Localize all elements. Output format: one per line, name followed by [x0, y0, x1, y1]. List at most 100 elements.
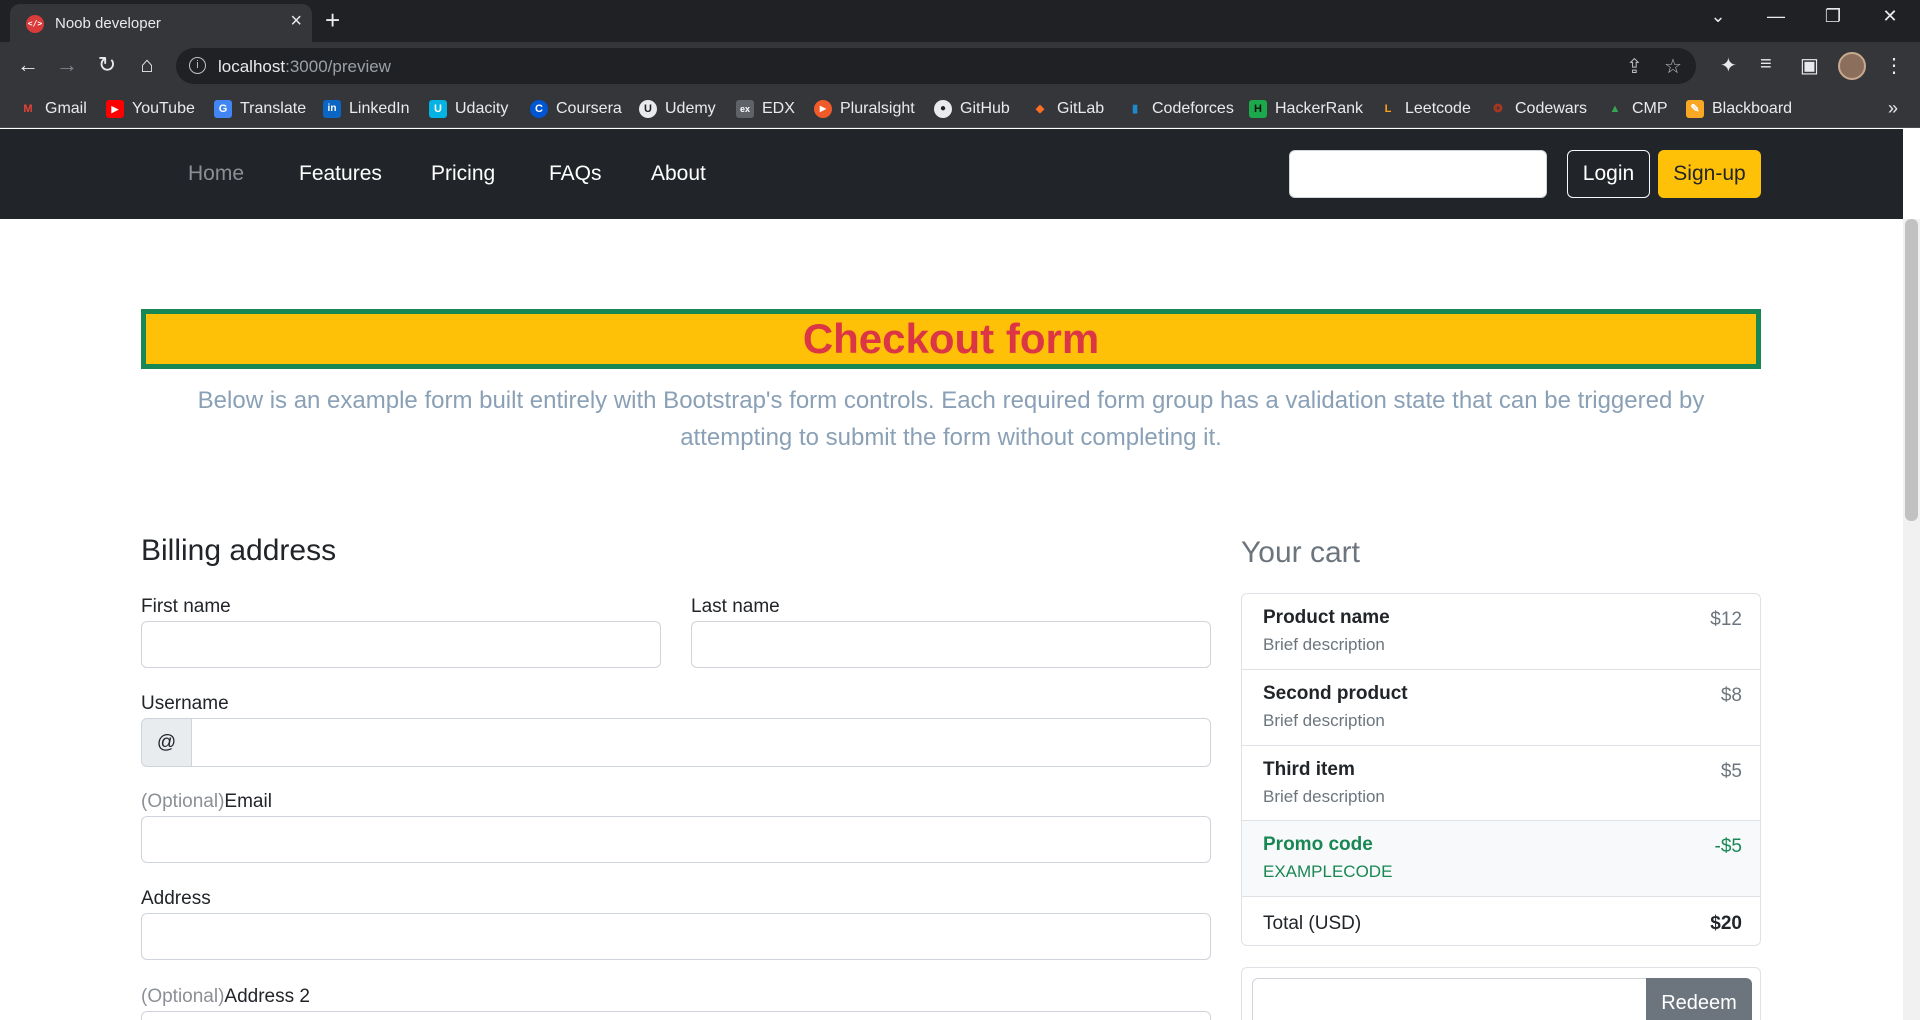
bookmark-cmp[interactable]: ▲ CMP — [1606, 96, 1668, 122]
udacity-icon: U — [429, 100, 447, 118]
github-icon: ● — [934, 100, 952, 118]
bookmark-coursera[interactable]: C Coursera — [530, 96, 622, 122]
bookmark-label: Udacity — [455, 100, 509, 117]
gmail-icon: M — [23, 103, 33, 115]
browser-tab[interactable]: </> Noob developer × — [10, 4, 312, 42]
forward-icon[interactable]: → — [53, 52, 81, 78]
username-field[interactable] — [191, 718, 1211, 767]
bookmark-codewars[interactable]: ❂ Codewars — [1489, 96, 1587, 122]
extensions-icon[interactable]: ✦ — [1720, 53, 1737, 78]
back-icon[interactable]: ← — [14, 52, 42, 78]
side-panel-icon[interactable]: ▣ — [1800, 53, 1819, 78]
bookmark-linkedin[interactable]: in LinkedIn — [323, 96, 410, 122]
scrollbar-thumb[interactable] — [1905, 219, 1918, 521]
bookmark-leetcode[interactable]: L Leetcode — [1379, 96, 1471, 122]
redeem-button[interactable]: Redeem — [1646, 978, 1752, 1020]
bookmark-github[interactable]: ● GitHub — [934, 96, 1010, 122]
cart-item-desc: Brief description — [1263, 711, 1385, 730]
close-window-icon[interactable]: ✕ — [1870, 6, 1910, 27]
cart-item-desc: Brief description — [1263, 787, 1385, 806]
last-name-field[interactable] — [691, 621, 1211, 668]
linkedin-icon: in — [323, 100, 341, 118]
nav-link-about[interactable]: About — [651, 162, 706, 186]
promo-row: Promo code EXAMPLECODE -$5 — [1242, 821, 1760, 897]
email-label: (Optional)Email — [141, 791, 272, 813]
optional-tag: (Optional) — [141, 986, 225, 1007]
address2-field[interactable] — [141, 1011, 1211, 1020]
site-info-icon[interactable]: i — [189, 57, 206, 74]
new-tab-icon[interactable]: + — [325, 6, 340, 34]
bookmark-label: YouTube — [132, 100, 195, 117]
email-field[interactable] — [141, 816, 1211, 863]
bookmark-codeforces[interactable]: ▮ Codeforces — [1126, 96, 1234, 122]
bookmark-label: Blackboard — [1712, 100, 1793, 117]
last-name-label: Last name — [691, 596, 780, 617]
home-icon[interactable]: ⌂ — [133, 52, 161, 78]
hackerrank-icon: H — [1249, 100, 1267, 118]
bookmark-gmail[interactable]: M Gmail — [19, 96, 87, 122]
close-tab-icon[interactable]: × — [290, 10, 302, 33]
bookmark-label: GitLab — [1057, 100, 1105, 117]
address-field[interactable] — [141, 913, 1211, 960]
more-bookmarks-icon[interactable]: » — [1888, 98, 1898, 119]
email-label-text: Email — [224, 791, 272, 812]
nav-link-home[interactable]: Home — [188, 162, 244, 186]
cart-item-price: $12 — [1710, 609, 1742, 630]
first-name-field[interactable] — [141, 621, 661, 668]
cart-item-name: Product name — [1263, 607, 1390, 628]
bookmark-star-icon[interactable]: ☆ — [1664, 54, 1682, 79]
bookmark-edx[interactable]: ex EDX — [736, 96, 795, 122]
reload-icon[interactable]: ↻ — [93, 52, 121, 78]
at-prefix: @ — [141, 718, 192, 767]
optional-tag: (Optional) — [141, 791, 225, 812]
bookmark-translate[interactable]: G Translate — [214, 96, 306, 122]
first-name-label: First name — [141, 596, 231, 617]
cart-item-name: Third item — [1263, 759, 1355, 780]
bookmark-udacity[interactable]: U Udacity — [429, 96, 508, 122]
promo-code-input[interactable] — [1252, 978, 1648, 1020]
site-navbar: Home Features Pricing FAQs About Login S… — [0, 129, 1903, 219]
nav-link-features[interactable]: Features — [299, 162, 382, 186]
nav-link-faqs[interactable]: FAQs — [549, 162, 602, 186]
bookmark-label: Gmail — [45, 100, 87, 117]
signup-button[interactable]: Sign-up — [1658, 150, 1761, 198]
tab-search-icon[interactable]: ⌄ — [1698, 6, 1738, 27]
search-input[interactable] — [1289, 150, 1547, 198]
minimize-icon[interactable]: — — [1756, 6, 1796, 27]
gitlab-icon: ◆ — [1035, 103, 1045, 115]
username-label: Username — [141, 693, 229, 714]
bookmark-udemy[interactable]: U Udemy — [639, 96, 716, 122]
billing-heading: Billing address — [141, 534, 337, 567]
share-icon[interactable]: ⇪ — [1626, 54, 1643, 79]
bookmark-label: Codeforces — [1152, 100, 1234, 117]
restore-icon[interactable]: ❐ — [1813, 6, 1853, 27]
udemy-icon: U — [639, 100, 657, 118]
login-button[interactable]: Login — [1567, 150, 1650, 198]
bookmark-gitlab[interactable]: ◆ GitLab — [1031, 96, 1104, 122]
bookmark-pluralsight[interactable]: ▶ Pluralsight — [814, 96, 915, 122]
promo-amount: -$5 — [1714, 836, 1742, 857]
bookmark-hackerrank[interactable]: H HackerRank — [1249, 96, 1363, 122]
bookmarks-bar: M Gmail ▶ YouTube G Translate in LinkedIn UU… — [0, 90, 1920, 128]
bookmark-youtube[interactable]: ▶ YouTube — [106, 96, 195, 122]
codewars-icon: ❂ — [1493, 103, 1503, 115]
menu-kebab-icon[interactable]: ⋮ — [1884, 53, 1904, 78]
bookmark-label: Leetcode — [1405, 100, 1471, 117]
promo-label: Promo code — [1263, 834, 1373, 855]
profile-avatar[interactable] — [1838, 52, 1866, 80]
bookmark-label: Udemy — [665, 100, 716, 117]
browser-toolbar: ← → ↻ ⌂ i localhost:3000/preview ⇪ ☆ ✦ ≡… — [0, 42, 1920, 90]
bookmark-label: EDX — [762, 100, 795, 117]
url-host: localhost — [218, 57, 286, 76]
bookmark-label: Pluralsight — [840, 100, 915, 117]
bookmark-blackboard[interactable]: ✎ Blackboard — [1686, 96, 1792, 122]
address-bar[interactable]: i localhost:3000/preview ⇪ ☆ — [176, 48, 1696, 84]
address2-label-text: Address 2 — [224, 986, 310, 1007]
nav-link-pricing[interactable]: Pricing — [431, 162, 495, 186]
edx-icon: ex — [736, 100, 754, 118]
bookmark-label: LinkedIn — [349, 100, 410, 117]
promo-form: Redeem — [1241, 967, 1761, 1020]
media-icon[interactable]: ≡ — [1760, 53, 1772, 76]
bookmark-label: CMP — [1632, 100, 1668, 117]
bookmark-label: GitHub — [960, 100, 1010, 117]
